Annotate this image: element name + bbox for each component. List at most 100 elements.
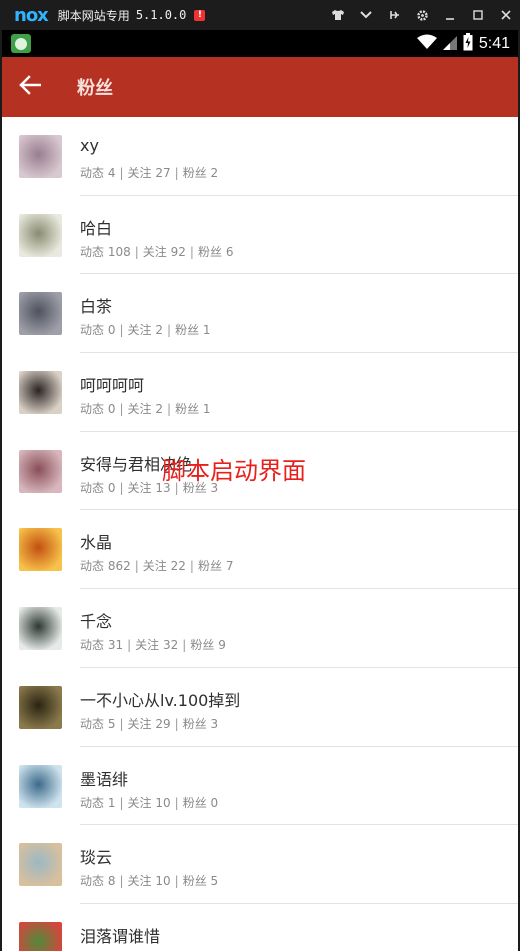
stat-following-label: 关注 — [127, 323, 152, 338]
stat-separator: | — [119, 166, 124, 180]
avatar[interactable] — [19, 213, 62, 257]
stat-following-value: 22 — [170, 559, 186, 574]
stat-posts-value: 31 — [107, 638, 124, 653]
stat-following-value: 92 — [170, 244, 186, 259]
fan-stats: 动态 31 | 关注 32 | 粉丝 9 — [80, 636, 226, 653]
stat-fans-label: 粉丝 — [182, 716, 207, 731]
stat-following-label: 关注 — [127, 402, 152, 417]
shirt-icon[interactable] — [324, 0, 352, 30]
stat-following-value: 32 — [163, 638, 179, 653]
avatar[interactable] — [19, 843, 62, 887]
avatar[interactable] — [19, 685, 62, 729]
emulator-title: 脚本网站专用 — [57, 8, 130, 23]
fan-name: 一不小心从lv.100掉到 — [80, 690, 241, 710]
avatar[interactable] — [19, 607, 62, 651]
stat-separator: | — [189, 559, 194, 574]
minimize-icon[interactable] — [436, 0, 464, 30]
stat-fans-value: 1 — [202, 323, 211, 338]
fan-list-item[interactable]: xy 动态 4 | 关注 27 | 粉丝 2 — [2, 117, 518, 196]
emulator-logo: nox — [14, 4, 49, 26]
fan-stats: 动态 8 | 关注 10 | 粉丝 5 — [80, 872, 218, 889]
fan-list: xy 动态 4 | 关注 27 | 粉丝 2 哈白 动态 108 | 关注 92 | 粉丝 6 白茶 动态… — [2, 117, 518, 951]
fan-list-item[interactable]: 琰云 动态 8 | 关注 10 | 粉丝 5 — [2, 825, 518, 904]
stat-separator: | — [119, 402, 124, 417]
stat-following-value: 10 — [155, 795, 171, 810]
stat-separator: | — [119, 874, 124, 889]
fan-list-item[interactable]: 一不小心从lv.100掉到 动态 5 | 关注 29 | 粉丝 3 — [2, 668, 518, 747]
alert-badge[interactable]: ! — [194, 9, 206, 21]
fan-name: 泪落谓谁惜 — [80, 926, 161, 946]
stat-separator: | — [167, 402, 172, 417]
fan-stats: 动态 108 | 关注 92 | 粉丝 6 — [80, 243, 233, 260]
overlay-label: 脚本启动界面 — [162, 457, 306, 485]
stat-following-value: 2 — [155, 323, 164, 338]
close-icon[interactable] — [492, 0, 520, 30]
fan-stats: 动态 4 | 关注 27 | 粉丝 2 — [80, 164, 218, 181]
fan-name: 呵呵呵呵 — [80, 376, 145, 396]
stat-fans-label: 粉丝 — [197, 244, 222, 259]
stat-following-value: 10 — [155, 874, 171, 889]
fan-list-item[interactable]: 墨语绯 动态 1 | 关注 10 | 粉丝 0 — [2, 747, 518, 826]
stat-posts-label: 动态 — [80, 244, 105, 259]
fan-name: 千念 — [80, 612, 113, 632]
stat-separator: | — [174, 795, 179, 810]
fan-list-item[interactable]: 白茶 动态 0 | 关注 2 | 粉丝 1 — [2, 274, 518, 354]
emulator-version: 5.1.0.0 — [135, 8, 187, 22]
fan-list-item[interactable]: 千念动态 31 | 关注 32 | 粉丝 9 — [2, 589, 518, 668]
avatar[interactable] — [19, 449, 62, 493]
app-bar: 粉丝 — [2, 57, 518, 117]
stat-separator: | — [119, 795, 124, 810]
stat-posts-label: 动态 — [80, 795, 105, 810]
stat-separator: | — [167, 323, 172, 338]
fan-name: 水晶 — [80, 533, 113, 553]
stat-following-label: 关注 — [142, 244, 167, 259]
fan-list-item[interactable]: 水晶 动态 862 | 关注 22 | 粉丝 7 — [2, 510, 518, 590]
fan-name: 墨语绯 — [80, 769, 129, 789]
avatar[interactable] — [19, 135, 62, 178]
avatar[interactable] — [19, 371, 62, 415]
pin-icon[interactable] — [380, 0, 408, 30]
arrow-left-icon — [19, 75, 42, 99]
fan-stats: 动态 0 | 关注 2 | 粉丝 1 — [80, 321, 211, 338]
stat-posts-label: 动态 — [80, 559, 105, 574]
stat-posts-label: 动态 — [80, 166, 105, 180]
avatar[interactable] — [19, 764, 62, 808]
stat-fans-value: 7 — [225, 559, 234, 574]
page-title: 粉丝 — [77, 78, 113, 99]
stat-fans-value: 1 — [202, 402, 211, 417]
stat-posts-value: 0 — [107, 480, 116, 495]
stat-separator: | — [174, 166, 179, 180]
stat-fans-value: 3 — [210, 716, 219, 731]
back-button[interactable] — [12, 69, 48, 105]
gear-icon[interactable] — [408, 0, 436, 30]
emulator-title-bar: nox 脚本网站专用 5.1.0.0 ! — [0, 0, 520, 30]
stat-fans-label: 粉丝 — [182, 166, 207, 180]
android-app-icon — [11, 34, 31, 53]
emulator-controls — [324, 0, 520, 30]
stat-separator: | — [174, 716, 179, 731]
stat-fans-value: 6 — [225, 244, 234, 259]
stat-fans-value: 0 — [210, 795, 219, 810]
maximize-icon[interactable] — [464, 0, 492, 30]
stat-following-label: 关注 — [127, 795, 152, 810]
stat-separator: | — [134, 559, 139, 574]
stat-posts-value: 4 — [107, 166, 116, 180]
stat-following-label: 关注 — [127, 166, 152, 180]
stat-fans-label: 粉丝 — [175, 323, 200, 338]
avatar[interactable] — [19, 921, 62, 951]
stat-fans-value: 2 — [210, 166, 219, 180]
stat-posts-label: 动态 — [80, 402, 105, 417]
avatar[interactable] — [19, 292, 62, 336]
chevron-down-icon[interactable] — [352, 0, 380, 30]
stat-posts-value: 8 — [107, 874, 116, 889]
stat-posts-value: 862 — [107, 559, 131, 574]
stat-posts-label: 动态 — [80, 874, 105, 889]
stat-following-label: 关注 — [127, 716, 152, 731]
stat-following-label: 关注 — [142, 559, 167, 574]
fan-list-item[interactable]: 呵呵呵呵 动态 0 | 关注 2 | 粉丝 1 — [2, 353, 518, 432]
stat-posts-label: 动态 — [80, 638, 105, 653]
stat-fans-label: 粉丝 — [182, 874, 207, 889]
fan-list-item[interactable]: 哈白 动态 108 | 关注 92 | 粉丝 6 — [2, 196, 518, 275]
fan-list-item[interactable]: 泪落谓谁惜 — [2, 904, 518, 951]
avatar[interactable] — [19, 528, 62, 572]
